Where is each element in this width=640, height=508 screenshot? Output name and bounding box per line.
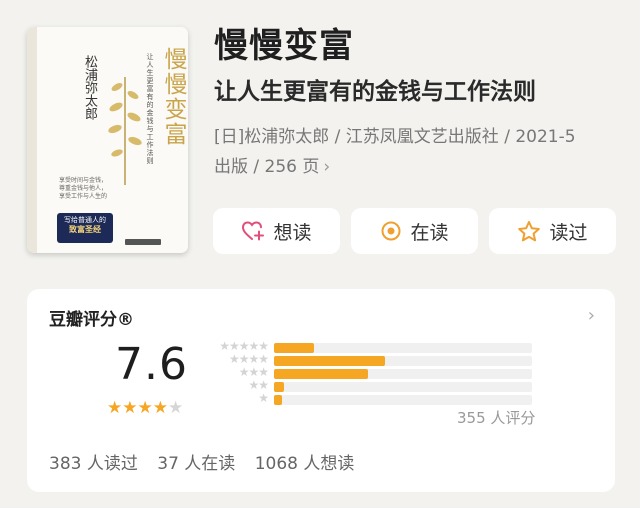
rating-bar-track [274,343,532,353]
cover-band-line2: 致富圣经 [69,224,101,234]
row-stars-icon: ★★ [248,378,268,392]
want-to-read-button[interactable]: 想读 [213,208,340,254]
rating-count[interactable]: 355 人评分 [457,407,535,428]
book-title: 慢慢变富 [214,26,354,66]
cover-subtitle: 让人生更富有的金钱与工作法则 [146,53,154,165]
row-stars-icon: ★★★ [238,365,269,379]
rating-bar-fill [274,369,369,379]
reading-label: 在读 [410,221,449,244]
rating-bar-fill [274,343,314,353]
reader-stats: 383 人读过 37 人在读 1068 人想读 [49,449,368,474]
rating-bar-fill [274,395,282,405]
cover-band: 写给普通人的 致富圣经 [57,213,113,243]
rating-bar-track [274,382,532,392]
want-count[interactable]: 1068 人想读 [255,454,355,474]
meta-chevron-icon: › [323,157,331,177]
rating-bar-track [274,369,532,379]
heart-plus-icon [242,221,265,241]
star-filled-icon: ★ [122,398,138,418]
book-meta-line1: [日]松浦弥太郎 / 江苏凤凰文艺出版社 / 2021-5 [214,127,576,147]
book-meta-line2-wrap: 出版 / 256 页 › [214,152,614,182]
rating-bar-fill [274,356,385,366]
cover-band-line1: 写给普通人的 [64,216,106,224]
row-stars-icon: ★★★★★ [219,339,269,353]
publisher-logo [125,239,161,245]
rating-score: 7.6 [115,339,188,390]
rating-card[interactable]: 豆瓣评分® › 7.6 ★★★★★ ★★★★★ ★★★★ ★★★ ★★ ★ 355 人评… [27,289,615,492]
cover-tagline: 享受时间与金钱，尊重金钱与他人，享受工作与人生的 [59,177,108,200]
rating-bar-track [274,356,532,366]
rating-bar-fill [274,382,285,392]
have-read-label: 读过 [549,221,588,244]
star-filled-icon: ★ [107,398,123,418]
rating-stars: ★★★★★ [107,398,183,418]
have-read-button[interactable]: 读过 [489,208,616,254]
star-filled-icon: ★ [152,398,168,418]
want-to-read-label: 想读 [273,221,312,244]
cover-spine [27,27,37,253]
rating-bar-track [274,395,532,405]
book-subtitle: 让人生更富有的金钱与工作法则 [214,79,536,105]
rating-chevron-icon[interactable]: › [588,305,595,326]
rating-row-1-star: ★ [210,391,550,406]
star-empty-icon: ★ [168,398,184,418]
book-cover[interactable]: 慢慢变富 让人生更富有的金钱与工作法则 松浦弥太郎 享受时间与金钱，尊重金钱与他… [27,27,188,253]
star-filled-icon: ★ [137,398,153,418]
row-stars-icon: ★★★★ [228,352,269,366]
book-meta[interactable]: [日]松浦弥太郎 / 江苏凤凰文艺出版社 / 2021-5 出版 / 256 页… [214,122,614,182]
cover-title: 慢慢变富 [160,47,186,147]
rating-header: 豆瓣评分® [49,310,134,330]
reading-button[interactable]: 在读 [351,208,478,254]
reading-count[interactable]: 37 人在读 [157,454,235,474]
target-icon [381,221,401,241]
read-count[interactable]: 383 人读过 [49,454,138,474]
cover-author: 松浦弥太郎 [82,55,97,120]
star-outline-icon [518,220,541,241]
book-meta-line2: 出版 / 256 页 [214,157,320,177]
row-stars-icon: ★ [258,391,269,405]
